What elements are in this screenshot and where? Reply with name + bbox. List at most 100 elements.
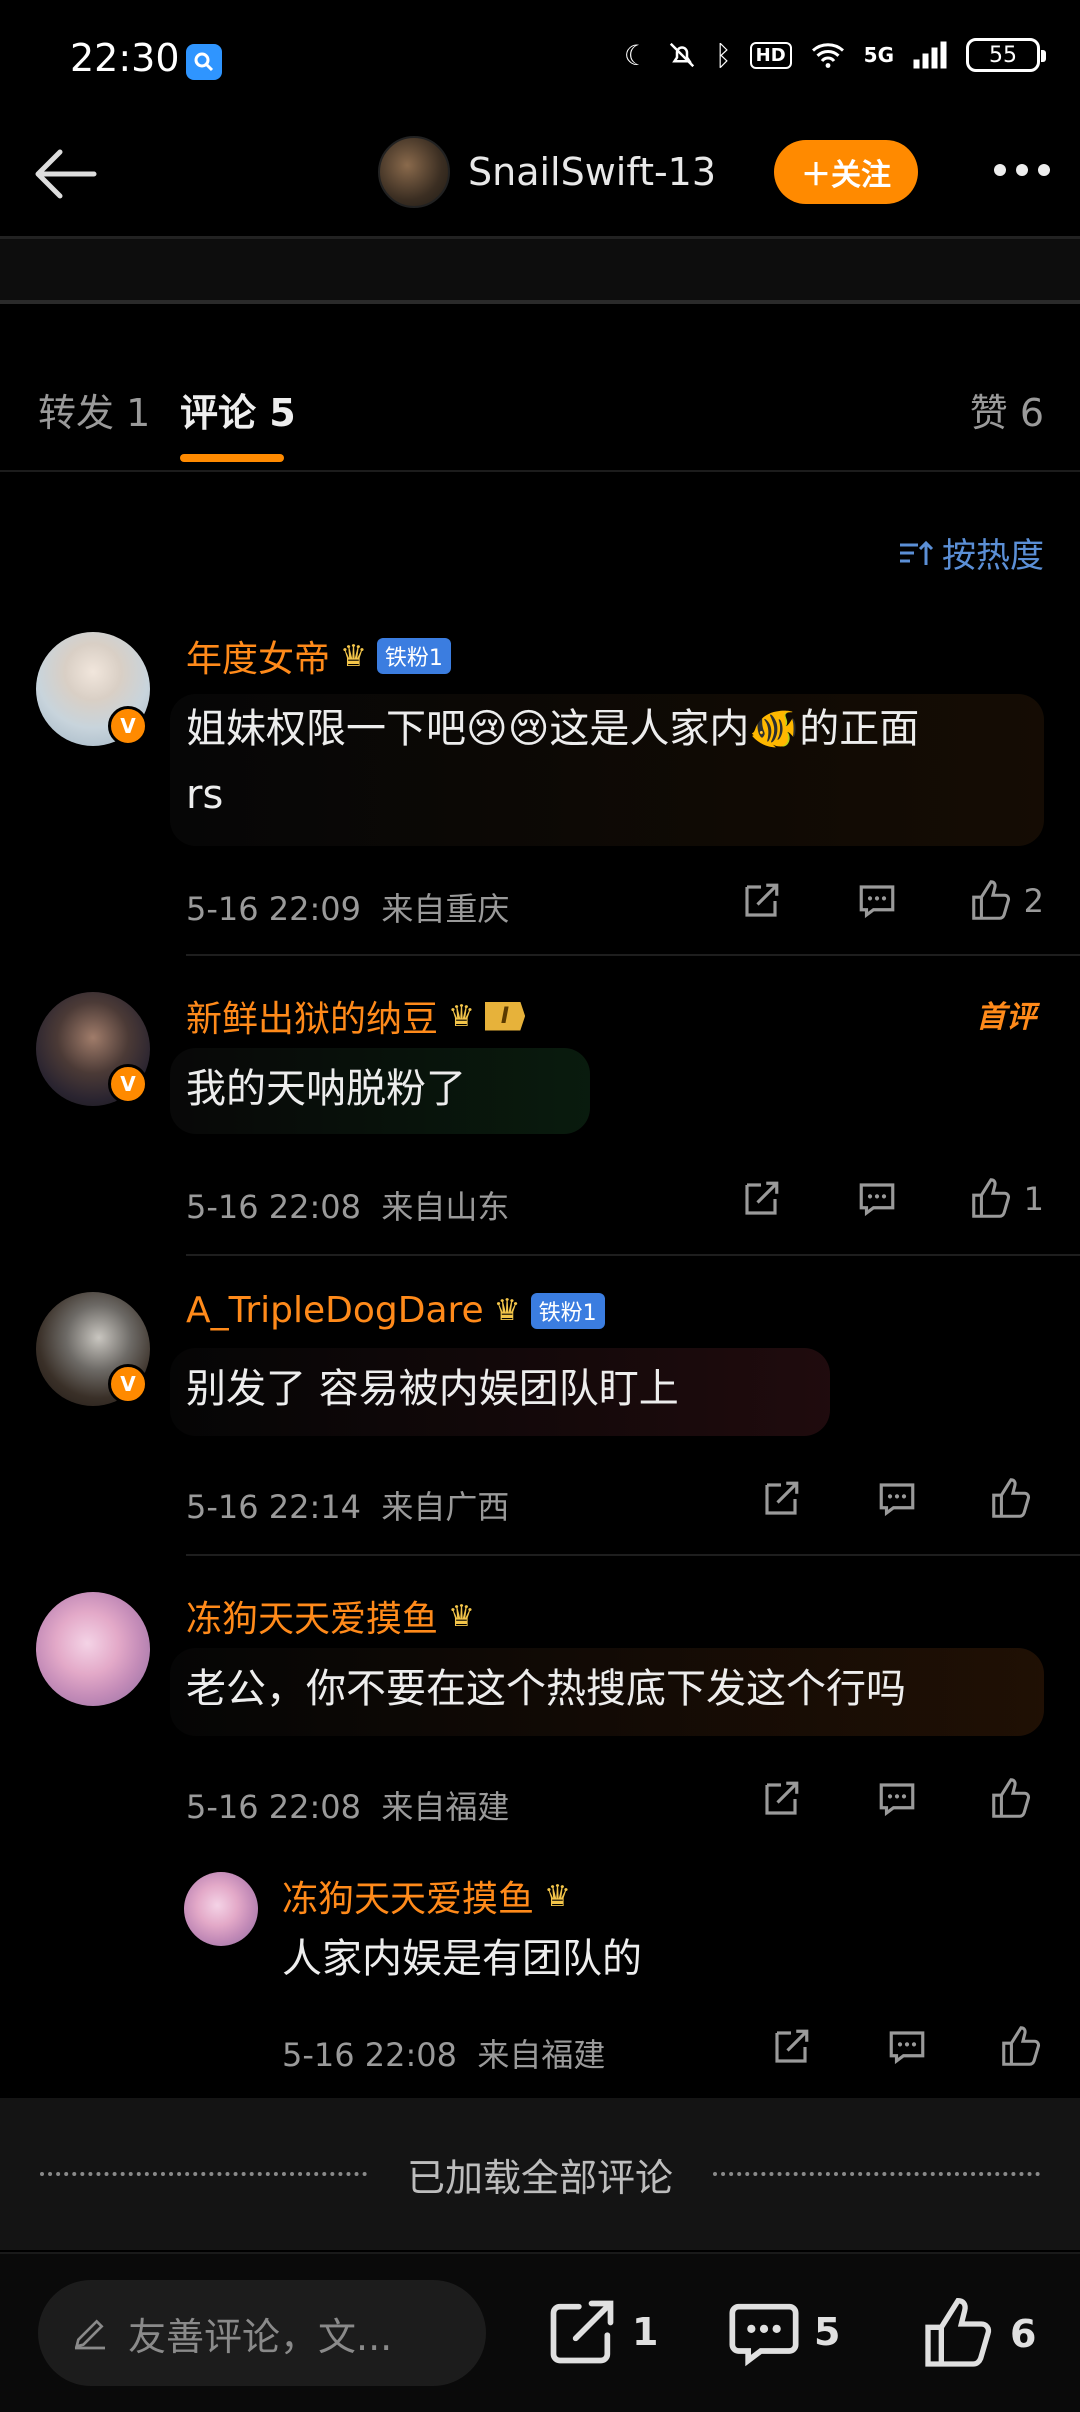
crown-icon: ♛ [448, 998, 475, 1034]
comment-button[interactable]: 5 [726, 2294, 840, 2370]
comment-divider [186, 1554, 1080, 1556]
comment-meta: 5-16 22:14 来自广西 [186, 1482, 509, 1528]
author-name[interactable]: SnailSwift-13 [468, 150, 716, 194]
thumbs-up-icon [925, 2297, 992, 2367]
commenter-name-row: A_TripleDogDare ♛ 铁粉1 [186, 1290, 605, 1331]
comment-time: 5-16 22:09 [186, 890, 362, 928]
comment-meta: 5-16 22:08 来自福建 [186, 1782, 509, 1828]
reply-icon[interactable] [856, 1178, 898, 1220]
crown-icon: ♛ [448, 1598, 475, 1634]
comment-input[interactable]: 友善评论，文... [38, 2280, 486, 2386]
mute-bell-icon [669, 42, 694, 68]
share-icon[interactable] [740, 880, 782, 922]
sort-button[interactable]: 按热度 [898, 528, 1044, 577]
crown-icon: ♛ [340, 638, 367, 674]
commenter-name[interactable]: 冻狗天天爱摸鱼 [186, 1590, 438, 1642]
reply-icon[interactable] [876, 1778, 918, 1820]
bluetooth-icon: ᛒ [714, 38, 732, 72]
comment-actions [760, 1776, 1044, 1822]
reply-icon[interactable] [876, 1478, 918, 1520]
thumbs-up-icon [992, 1478, 1031, 1518]
reply-actions [770, 2024, 1044, 2070]
thumbs-up-icon [971, 880, 1010, 920]
like-button[interactable]: 2 [968, 878, 1044, 924]
active-tab-indicator [180, 454, 284, 462]
more-options-icon[interactable] [994, 164, 1050, 176]
thumbs-up-icon [1002, 2026, 1041, 2066]
dotted-line [713, 2172, 1041, 2176]
comment-location: 来自广西 [381, 1488, 510, 1526]
share-icon[interactable] [760, 1478, 802, 1520]
comment-location: 来自山东 [381, 1188, 510, 1226]
comment-time: 5-16 22:08 [186, 1788, 362, 1826]
tab-reposts[interactable]: 转发 1 [38, 382, 150, 437]
commenter-avatar[interactable] [36, 1592, 150, 1706]
search-app-icon [186, 44, 222, 80]
reply-icon[interactable] [886, 2026, 928, 2068]
moon-icon: ☾ [623, 38, 649, 72]
reply-text: 人家内娱是有团队的 [282, 1936, 642, 1982]
tab-likes[interactable]: 赞 6 [970, 382, 1044, 437]
thumbs-up-icon [971, 1178, 1010, 1218]
repost-button[interactable]: 1 [544, 2294, 658, 2370]
reply-location: 来自福建 [477, 2036, 606, 2074]
comment-actions: 2 [740, 878, 1044, 924]
comment-location: 来自福建 [381, 1788, 510, 1826]
fan-badge: 铁粉1 [376, 638, 451, 674]
replier-name[interactable]: 冻狗天天爱摸鱼 [282, 1870, 534, 1922]
replier-avatar[interactable] [184, 1872, 258, 1946]
share-icon[interactable] [770, 2026, 812, 2068]
commenter-name-row: 冻狗天天爱摸鱼 ♛ [186, 1590, 475, 1642]
tabs-divider [0, 470, 1080, 472]
section-divider [0, 300, 1080, 304]
reply-time: 5-16 22:08 [282, 2036, 458, 2074]
commenter-name[interactable]: A_TripleDogDare [186, 1290, 484, 1331]
commenter-name-row: 年度女帝 ♛ 铁粉1 [186, 630, 451, 682]
share-icon[interactable] [740, 1178, 782, 1220]
like-button[interactable] [988, 1476, 1044, 1522]
follow-button[interactable]: ＋关注 [774, 140, 918, 204]
replier-name-row: 冻狗天天爱摸鱼 ♛ [282, 1870, 571, 1922]
comment-location: 来自重庆 [381, 890, 510, 928]
status-icons: ☾ ᛒ HD 5G 55 [623, 38, 1046, 72]
loaded-all-label: 已加载全部评论 [407, 2155, 674, 2200]
tab-comments[interactable]: 评论 5 [180, 382, 296, 437]
thumbs-up-icon [992, 1778, 1031, 1818]
hd-icon: HD [749, 41, 792, 69]
reply-icon[interactable] [856, 880, 898, 922]
repost-count: 1 [632, 2310, 659, 2354]
author-avatar[interactable] [378, 136, 450, 208]
status-time: 22:30 [70, 36, 180, 80]
like-button[interactable]: 1 [968, 1176, 1044, 1222]
dotted-line [40, 2172, 367, 2176]
like-post-button[interactable]: 6 [918, 2294, 1036, 2374]
crown-icon: ♛ [493, 1293, 521, 1328]
commenter-name-row: 新鲜出狱的纳豆 ♛ I [186, 990, 526, 1042]
like-button[interactable] [998, 2024, 1044, 2070]
sort-label[interactable]: 按热度 [942, 528, 1044, 577]
first-comment-badge: 首评 [976, 1000, 1036, 1035]
sort-icon [900, 540, 934, 565]
like-count: 6 [1010, 2312, 1037, 2356]
wifi-icon [811, 43, 844, 68]
comment-input-placeholder[interactable]: 友善评论，文... [128, 2306, 392, 2361]
commenter-name[interactable]: 年度女帝 [186, 630, 330, 682]
level-badge: I [484, 1001, 526, 1031]
status-bar: 22:30 ☾ ᛒ HD 5G 55 [0, 0, 1080, 124]
like-count: 2 [1023, 882, 1044, 920]
bottom-action-bar: 友善评论，文... 1 5 6 [0, 2252, 1080, 2412]
comment-count: 5 [814, 2310, 841, 2354]
share-icon[interactable] [760, 1778, 802, 1820]
author-info[interactable]: SnailSwift-13 [378, 136, 716, 208]
verified-badge-icon: V [108, 1364, 148, 1404]
top-nav: SnailSwift-13 ＋关注 [0, 124, 1080, 224]
crown-icon: ♛ [544, 1878, 571, 1914]
like-button[interactable] [988, 1776, 1044, 1822]
back-arrow-icon[interactable] [30, 142, 100, 206]
comment-meta: 5-16 22:09 来自重庆 [186, 884, 509, 930]
comment-text: 别发了 容易被内娱团队盯上 [186, 1366, 679, 1412]
pencil-icon [74, 2319, 105, 2350]
battery-indicator: 55 [966, 38, 1046, 72]
commenter-name[interactable]: 新鲜出狱的纳豆 [186, 990, 438, 1042]
like-count: 1 [1023, 1180, 1044, 1218]
